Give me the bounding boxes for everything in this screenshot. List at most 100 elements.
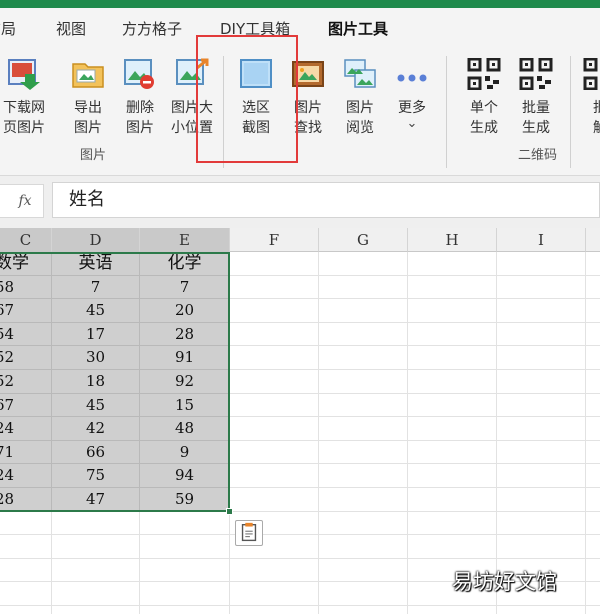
empty-cell[interactable] xyxy=(319,252,408,276)
empty-cell[interactable] xyxy=(52,511,140,536)
browse-images-button[interactable]: 图片 阅览 xyxy=(334,52,386,136)
empty-cell[interactable] xyxy=(0,606,52,614)
empty-cell[interactable] xyxy=(497,346,586,370)
empty-cell[interactable] xyxy=(230,322,319,347)
data-cell[interactable]: 91 xyxy=(140,346,230,370)
column-header-h[interactable]: H xyxy=(408,228,497,252)
header-cell[interactable]: 数学 xyxy=(0,252,52,276)
empty-cell[interactable] xyxy=(497,322,586,347)
empty-cell[interactable] xyxy=(497,606,586,614)
data-cell[interactable]: 24 xyxy=(0,417,52,441)
empty-cell[interactable] xyxy=(230,275,319,300)
empty-cell[interactable] xyxy=(586,299,600,323)
empty-cell[interactable] xyxy=(586,512,600,536)
data-cell[interactable]: 75 xyxy=(52,464,140,488)
empty-cell[interactable] xyxy=(230,606,319,614)
data-cell[interactable]: 24 xyxy=(0,464,52,488)
data-cell[interactable]: 67 xyxy=(0,299,52,323)
empty-cell[interactable] xyxy=(408,252,497,276)
empty-cell[interactable] xyxy=(319,299,408,323)
empty-cell[interactable] xyxy=(497,417,586,441)
data-cell[interactable]: 94 xyxy=(140,464,230,488)
batch-qr-decode-button[interactable]: 批 解 xyxy=(574,52,600,136)
empty-cell[interactable] xyxy=(230,252,319,276)
export-images-button[interactable]: 导出 图片 xyxy=(62,52,114,136)
empty-cell[interactable] xyxy=(408,322,497,347)
empty-cell[interactable] xyxy=(408,511,497,536)
empty-cell[interactable] xyxy=(586,488,600,512)
empty-cell[interactable] xyxy=(0,582,52,606)
empty-cell[interactable] xyxy=(52,582,140,606)
empty-cell[interactable] xyxy=(319,322,408,347)
empty-cell[interactable] xyxy=(230,370,319,394)
empty-cell[interactable] xyxy=(0,558,52,583)
header-cell[interactable]: 英语 xyxy=(52,252,140,276)
empty-cell[interactable] xyxy=(586,464,600,488)
data-cell[interactable]: 15 xyxy=(140,393,230,418)
empty-cell[interactable] xyxy=(586,559,600,583)
empty-cell[interactable] xyxy=(408,417,497,441)
empty-cell[interactable] xyxy=(140,606,230,614)
empty-cell[interactable] xyxy=(408,346,497,370)
empty-cell[interactable] xyxy=(319,606,408,614)
tab-view[interactable]: 视图 xyxy=(56,18,86,39)
empty-cell[interactable] xyxy=(230,346,319,370)
empty-cell[interactable] xyxy=(319,275,408,300)
column-header-d[interactable]: D xyxy=(52,228,140,252)
empty-cell[interactable] xyxy=(319,464,408,488)
data-cell[interactable]: 20 xyxy=(140,299,230,323)
column-header-e[interactable]: E xyxy=(140,228,230,252)
data-cell[interactable]: 7 xyxy=(52,275,140,300)
empty-cell[interactable] xyxy=(497,488,586,512)
paste-options-icon[interactable] xyxy=(235,520,263,546)
empty-cell[interactable] xyxy=(319,535,408,559)
empty-cell[interactable] xyxy=(230,488,319,512)
empty-cell[interactable] xyxy=(586,606,600,614)
column-header-f[interactable]: F xyxy=(230,228,319,252)
more-button[interactable]: 更多 ⌄ xyxy=(386,52,438,136)
empty-cell[interactable] xyxy=(52,535,140,559)
empty-cell[interactable] xyxy=(586,582,600,606)
data-cell[interactable]: 67 xyxy=(0,393,52,418)
empty-cell[interactable] xyxy=(408,488,497,512)
fx-icon[interactable]: fx xyxy=(0,184,50,218)
empty-cell[interactable] xyxy=(230,393,319,418)
empty-cell[interactable] xyxy=(408,275,497,300)
empty-cell[interactable] xyxy=(586,346,600,370)
column-header-c[interactable]: C xyxy=(0,228,52,252)
empty-cell[interactable] xyxy=(497,393,586,418)
empty-cell[interactable] xyxy=(497,464,586,488)
empty-cell[interactable] xyxy=(230,582,319,606)
column-header-partial[interactable] xyxy=(586,228,600,252)
tab-picture-tools[interactable]: 图片工具 xyxy=(328,18,388,39)
data-cell[interactable]: 58 xyxy=(0,275,52,300)
empty-cell[interactable] xyxy=(230,299,319,323)
empty-cell[interactable] xyxy=(230,464,319,488)
empty-cell[interactable] xyxy=(140,535,230,559)
empty-cell[interactable] xyxy=(319,582,408,606)
data-cell[interactable]: 71 xyxy=(0,440,52,465)
empty-cell[interactable] xyxy=(230,440,319,465)
empty-cell[interactable] xyxy=(319,346,408,370)
empty-cell[interactable] xyxy=(140,558,230,583)
empty-cell[interactable] xyxy=(319,440,408,465)
data-cell[interactable]: 30 xyxy=(52,346,140,370)
data-cell[interactable]: 17 xyxy=(52,322,140,347)
tab-layout[interactable]: 布局 xyxy=(0,18,16,39)
empty-cell[interactable] xyxy=(319,417,408,441)
empty-cell[interactable] xyxy=(319,511,408,536)
data-cell[interactable]: 45 xyxy=(52,299,140,323)
empty-cell[interactable] xyxy=(586,417,600,441)
data-cell[interactable]: 66 xyxy=(52,440,140,465)
download-web-images-button[interactable]: 下载网 页图片 xyxy=(0,52,50,136)
empty-cell[interactable] xyxy=(0,535,52,559)
empty-cell[interactable] xyxy=(408,299,497,323)
formula-input[interactable]: 姓名 xyxy=(52,182,600,218)
data-cell[interactable]: 28 xyxy=(0,488,52,512)
empty-cell[interactable] xyxy=(0,511,52,536)
empty-cell[interactable] xyxy=(497,370,586,394)
empty-cell[interactable] xyxy=(408,393,497,418)
delete-images-button[interactable]: 删除 图片 xyxy=(114,52,166,136)
empty-cell[interactable] xyxy=(52,606,140,614)
empty-cell[interactable] xyxy=(319,488,408,512)
